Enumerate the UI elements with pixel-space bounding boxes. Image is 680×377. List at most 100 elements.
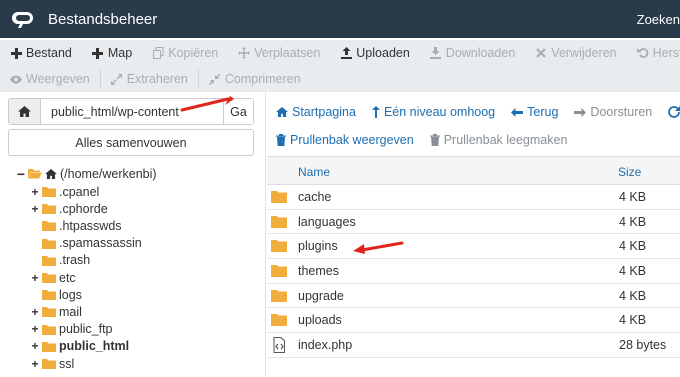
delete-label: Verwijderen	[551, 46, 617, 60]
folder-icon	[42, 324, 56, 335]
reload-link[interactable]	[668, 106, 680, 118]
plus-icon	[10, 47, 22, 59]
cpanel-logo-icon	[12, 12, 33, 28]
tree-root[interactable]: − (/home/werkenbi)	[16, 165, 157, 182]
table-row[interactable]: languages 4 KB	[267, 210, 680, 235]
name-column-header[interactable]: Name	[298, 165, 330, 179]
table-row[interactable]: plugins 4 KB	[267, 234, 680, 260]
forward-label: Doorsturen	[590, 105, 653, 119]
folder-icon	[42, 221, 56, 232]
annotation-arrow-plugins	[353, 241, 404, 254]
toolbar-divider	[197, 70, 199, 88]
delete-button[interactable]: Verwijderen	[535, 46, 617, 60]
forward-link[interactable]: Doorsturen	[574, 105, 652, 119]
tree-item[interactable]: + mail	[30, 303, 81, 320]
download-button[interactable]: Downloaden	[430, 46, 515, 60]
move-button[interactable]: Verplaatsen	[238, 46, 320, 60]
file-table: Name Size cache 4 KB languages 4 KB plugins 4…	[267, 156, 680, 358]
expand-icon	[111, 73, 123, 85]
view-trash-label: Prullenbak weergeven	[290, 133, 414, 147]
up-one-level-label: Eén niveau omhoog	[383, 105, 496, 119]
tree-item[interactable]: + ssl	[30, 355, 74, 372]
app-title: Bestandsbeheer	[48, 11, 158, 28]
tree-item[interactable]: + .cpanel	[30, 183, 99, 200]
file-name[interactable]: index.php	[298, 338, 352, 352]
folder-icon	[271, 314, 287, 327]
extract-button[interactable]: Extraheren	[111, 72, 188, 86]
upload-button[interactable]: Uploaden	[340, 46, 410, 60]
tree-item[interactable]: + etc	[30, 269, 76, 286]
expand-toggle-icon[interactable]: +	[30, 271, 40, 285]
arrow-right-icon	[574, 107, 587, 117]
file-name[interactable]: cache	[298, 190, 331, 204]
new-folder-button[interactable]: Map	[92, 46, 132, 60]
arrow-left-icon	[511, 107, 524, 117]
table-row[interactable]: upgrade 4 KB	[267, 284, 680, 309]
table-row[interactable]: themes 4 KB	[267, 259, 680, 284]
open-folder-icon	[28, 169, 42, 179]
file-name[interactable]: uploads	[298, 313, 342, 327]
eye-icon	[10, 73, 22, 85]
level-up-icon	[371, 106, 380, 118]
folder-icon	[271, 265, 287, 278]
home-icon	[18, 106, 31, 117]
compress-button[interactable]: Comprimeren	[209, 72, 301, 86]
file-size: 4 KB	[619, 190, 647, 204]
collapse-all-button[interactable]: Alles samenvouwen	[8, 129, 254, 156]
table-row[interactable]: uploads 4 KB	[267, 308, 680, 334]
tree-item-label: .cpanel	[59, 184, 100, 199]
up-one-level-link[interactable]: Eén niveau omhoog	[371, 105, 496, 119]
tree-item-label: .spamassassin	[59, 236, 142, 251]
tree-item-label: etc	[59, 270, 76, 285]
tree-item[interactable]: .spamassassin	[30, 235, 142, 252]
app-header: Bestandsbeheer Zoeken	[0, 0, 680, 38]
expand-toggle-icon[interactable]: +	[30, 202, 40, 216]
search-link[interactable]: Zoeken	[637, 12, 680, 27]
tree-item[interactable]: + .cphorde	[30, 200, 107, 217]
view-button[interactable]: Weergeven	[10, 72, 90, 86]
copy-label: Kopiëren	[168, 46, 219, 60]
move-icon	[238, 47, 251, 59]
download-icon	[430, 47, 442, 59]
tree-item[interactable]: + public_html	[30, 338, 129, 355]
file-name[interactable]: upgrade	[298, 289, 344, 303]
file-size: 28 bytes	[619, 338, 667, 353]
expand-toggle-icon[interactable]: +	[30, 322, 40, 336]
tree-item[interactable]: .trash	[30, 252, 90, 269]
table-row[interactable]: cache 4 KB	[267, 185, 680, 210]
times-icon	[535, 47, 547, 59]
expand-toggle-icon[interactable]: +	[30, 339, 40, 353]
plus-icon	[92, 47, 104, 59]
home-link[interactable]: Startpagina	[276, 105, 356, 119]
tree-item-label: public_ftp	[59, 322, 113, 337]
expand-toggle-icon[interactable]: +	[30, 305, 40, 319]
folder-icon	[42, 255, 56, 266]
folder-icon	[271, 240, 287, 253]
back-link[interactable]: Terug	[511, 105, 558, 119]
folder-icon	[42, 187, 56, 197]
restore-button[interactable]: Herstellen	[636, 46, 680, 60]
trash-bar: Prullenbak weergeven Prullenbak leegmake…	[276, 131, 583, 149]
expand-toggle-icon[interactable]: +	[30, 185, 40, 199]
navigation-bar: Startpagina Eén niveau omhoog Terug Door…	[276, 103, 680, 121]
collapse-toggle-icon[interactable]: −	[16, 166, 26, 182]
new-file-button[interactable]: Bestand	[10, 46, 72, 60]
tree-item[interactable]: logs	[30, 286, 82, 303]
file-name[interactable]: plugins	[298, 239, 338, 253]
size-column-header[interactable]: Size	[618, 165, 641, 179]
view-trash-link[interactable]: Prullenbak weergeven	[276, 133, 414, 147]
folder-icon	[42, 273, 56, 283]
tree-item[interactable]: .htpasswds	[30, 217, 122, 234]
empty-trash-link[interactable]: Prullenbak leegmaken	[429, 133, 567, 147]
file-name[interactable]: themes	[298, 264, 339, 278]
extract-label: Extraheren	[126, 72, 188, 86]
tree-item[interactable]: + public_ftp	[30, 321, 113, 338]
copy-button[interactable]: Kopiëren	[152, 46, 218, 60]
file-name[interactable]: languages	[298, 215, 356, 229]
expand-toggle-icon[interactable]: +	[30, 357, 40, 371]
trash-icon	[429, 134, 440, 146]
table-row[interactable]: index.php 28 bytes	[267, 333, 680, 358]
file-size: 4 KB	[619, 288, 647, 303]
home-button[interactable]	[9, 99, 41, 124]
tree-item-label: logs	[59, 287, 82, 302]
